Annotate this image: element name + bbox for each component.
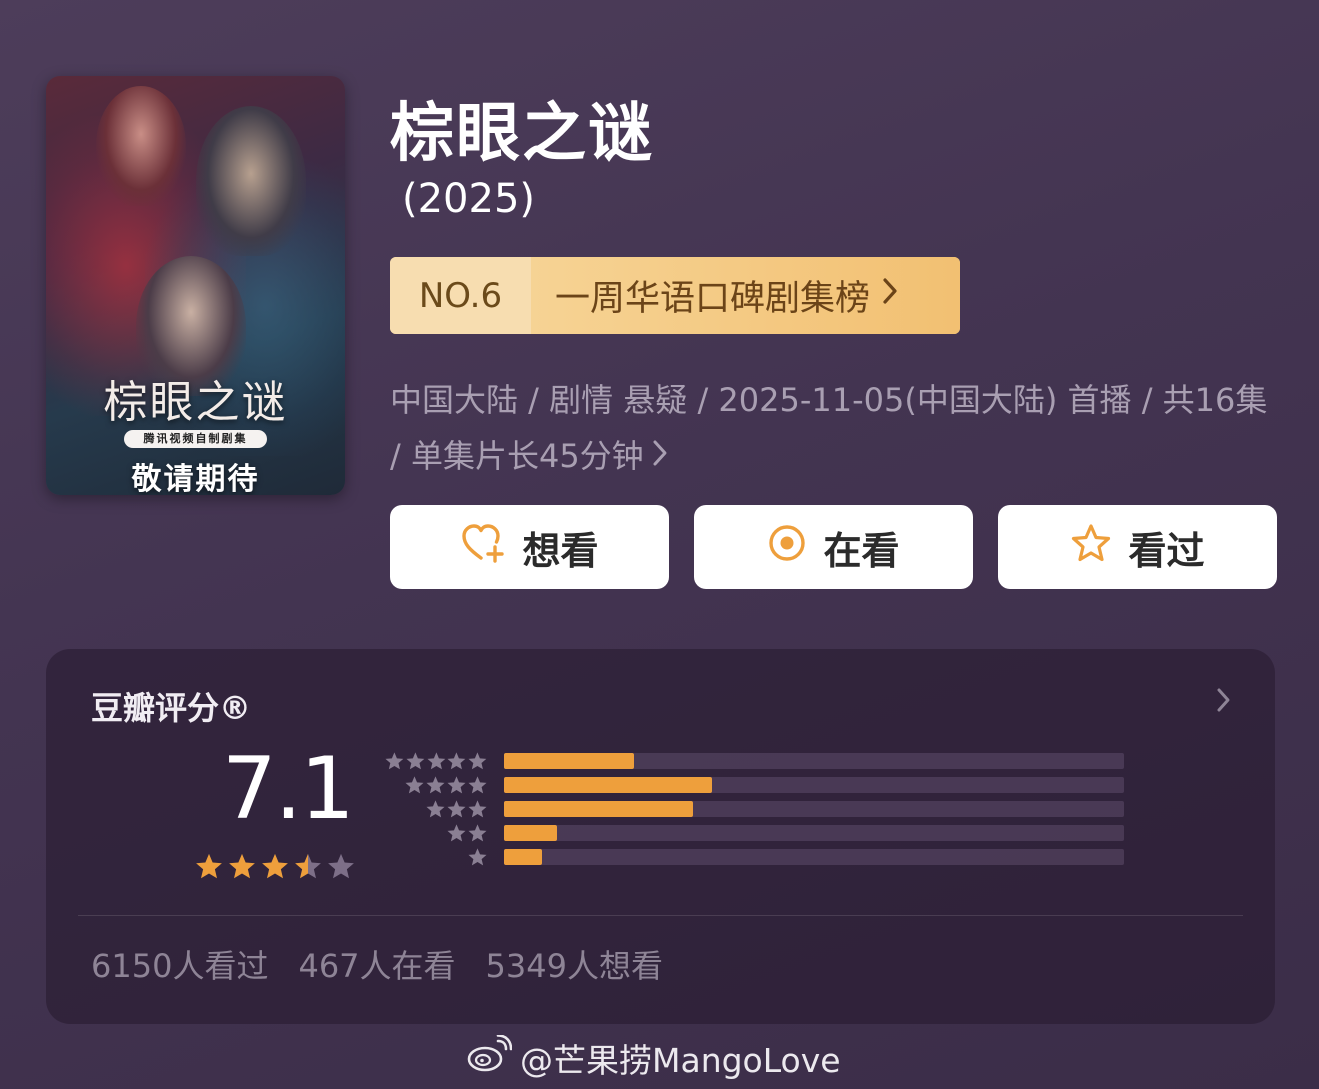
watching-label: 在看 [823, 528, 900, 573]
want-to-watch-label: 想看 [522, 528, 599, 573]
watched-button[interactable]: 看过 [998, 505, 1277, 589]
distribution-track [504, 849, 1124, 865]
distribution-row [384, 845, 1124, 869]
rating-star-icon [229, 853, 255, 879]
weibo-logo-icon [466, 1034, 513, 1081]
want-count: 5349人想看 [485, 947, 663, 985]
distribution-star-icon [468, 847, 487, 865]
viewer-counts: 6150人看过 467人在看 5349人想看 [91, 941, 663, 987]
ranking-number: NO.6 [390, 257, 531, 334]
distribution-track [504, 777, 1124, 793]
rating-card[interactable]: 豆瓣评分® 7.1 6150人看过 467人在看 5349人想看 [46, 649, 1275, 1024]
distribution-star-icon [447, 823, 466, 841]
release-year: (2025) [402, 176, 536, 222]
meta-info[interactable]: 中国大陆 / 剧情 悬疑 / 2025-11-05(中国大陆) 首播 / 共16… [390, 372, 1270, 486]
distribution-track [504, 801, 1124, 817]
rating-star-icon [262, 853, 288, 879]
distribution-star-icon [447, 751, 466, 769]
distribution-stars [384, 751, 488, 772]
watching-button[interactable]: 在看 [694, 505, 973, 589]
watching-dot-icon [767, 523, 807, 572]
distribution-row [384, 797, 1124, 821]
distribution-row [384, 821, 1124, 845]
page-title: 棕眼之谜 [390, 97, 654, 171]
distribution-bar [504, 777, 712, 793]
rating-distribution [384, 749, 1124, 869]
distribution-star-icon [405, 775, 424, 793]
want-to-watch-button[interactable]: 想看 [390, 505, 669, 589]
rating-star-icon [295, 853, 321, 879]
distribution-star-icon [468, 751, 487, 769]
distribution-bar [504, 801, 694, 817]
poster-figure-man [196, 106, 306, 256]
distribution-track [504, 825, 1124, 841]
distribution-stars [384, 775, 488, 796]
poster-subtitle: 敬请期待 [131, 462, 260, 495]
distribution-bar [504, 753, 635, 769]
distribution-stars [384, 847, 488, 868]
distribution-star-icon [468, 775, 487, 793]
rating-star-icon [328, 853, 354, 879]
distribution-bar [504, 849, 543, 865]
chevron-right-icon [880, 275, 900, 316]
watermark-text: @芒果捞MangoLove [520, 1041, 841, 1080]
chevron-right-icon [650, 430, 670, 486]
watched-count: 6150人看过 [91, 947, 269, 985]
divider [78, 915, 1243, 916]
rating-star-icon [196, 853, 222, 879]
star-icon [1070, 523, 1112, 572]
watermark: @芒果捞MangoLove [466, 1034, 841, 1082]
poster-title: 棕眼之谜 [103, 377, 288, 428]
chevron-right-icon[interactable] [1215, 685, 1233, 719]
poster-figure-woman [96, 86, 186, 206]
distribution-star-icon [385, 751, 404, 769]
distribution-star-icon [447, 775, 466, 793]
distribution-bar [504, 825, 557, 841]
distribution-row [384, 749, 1124, 773]
distribution-star-icon [406, 751, 425, 769]
action-bar: 想看 在看 看过 [390, 505, 1277, 589]
distribution-star-icon [468, 799, 487, 817]
distribution-star-icon [426, 799, 445, 817]
ranking-list: 一周华语口碑剧集榜 [531, 257, 960, 334]
rating-label: 豆瓣评分® [91, 689, 252, 727]
poster-image[interactable]: 棕眼之谜 腾讯视频自制剧集 敬请期待 [46, 76, 345, 495]
distribution-stars [384, 799, 488, 820]
heart-plus-icon [460, 523, 506, 572]
rating-stars [194, 852, 356, 882]
watched-label: 看过 [1128, 528, 1205, 573]
distribution-star-icon [426, 775, 445, 793]
watching-count: 467人在看 [298, 947, 456, 985]
distribution-star-icon [447, 799, 466, 817]
distribution-star-icon [468, 823, 487, 841]
meta-text: 中国大陆 / 剧情 悬疑 / 2025-11-05(中国大陆) 首播 / 共16… [390, 381, 1268, 475]
distribution-stars [384, 823, 488, 844]
distribution-track [504, 753, 1124, 769]
poster-tag: 腾讯视频自制剧集 [124, 430, 267, 448]
ranking-banner[interactable]: NO.6 一周华语口碑剧集榜 [390, 257, 960, 334]
rating-score: 7.1 [222, 739, 355, 839]
ranking-list-name: 一周华语口碑剧集榜 [555, 279, 871, 319]
distribution-row [384, 773, 1124, 797]
distribution-star-icon [427, 751, 445, 769]
